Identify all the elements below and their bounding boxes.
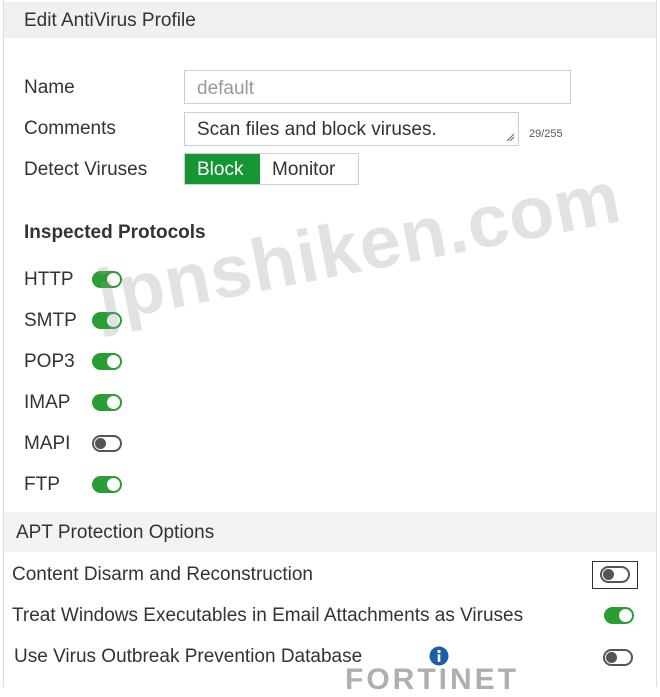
detect-block-option[interactable]: Block (185, 154, 260, 184)
toggle-treat-executables[interactable] (604, 607, 634, 624)
comments-textarea[interactable]: Scan files and block viruses. (184, 112, 519, 146)
name-label: Name (24, 77, 75, 98)
toggle-knob (107, 478, 120, 491)
toggle-imap[interactable] (92, 394, 122, 411)
toggle-mapi[interactable] (92, 435, 122, 452)
toggle-knob (107, 355, 120, 368)
cdr-label: Content Disarm and Reconstruction (12, 564, 313, 585)
toggle-cdr[interactable] (600, 566, 630, 583)
toggle-smtp[interactable] (92, 312, 122, 329)
toggle-http[interactable] (92, 271, 122, 288)
protocol-label-smtp: SMTP (24, 310, 77, 331)
toggle-knob (107, 396, 120, 409)
dialog-title: Edit AntiVirus Profile (24, 10, 196, 31)
toggle-knob (107, 314, 120, 327)
toggle-knob (95, 438, 106, 449)
outbreak-db-label: Use Virus Outbreak Prevention Database (14, 646, 363, 667)
treat-executables-label: Treat Windows Executables in Email Attac… (12, 605, 524, 626)
protocol-label-imap: IMAP (24, 392, 71, 413)
toggle-pop3[interactable] (92, 353, 122, 370)
protocol-label-http: HTTP (24, 269, 74, 290)
toggle-knob (606, 652, 617, 663)
apt-section-title: APT Protection Options (16, 522, 215, 543)
comments-text: Scan files and block viruses. (197, 119, 437, 140)
cdr-toggle-frame[interactable] (592, 561, 638, 589)
detect-monitor-option[interactable]: Monitor (260, 154, 358, 184)
comments-char-counter: 29/255 (529, 128, 563, 140)
toggle-knob (619, 609, 632, 622)
resize-handle-icon[interactable] (506, 133, 515, 142)
toggle-knob (603, 569, 614, 580)
name-input[interactable]: default (184, 70, 571, 104)
detect-viruses-segmented: Block Monitor (184, 153, 359, 185)
apt-section-header: APT Protection Options (4, 512, 656, 552)
inspected-protocols-heading: Inspected Protocols (24, 222, 206, 243)
dialog-header: Edit AntiVirus Profile (4, 2, 656, 38)
protocol-label-ftp: FTP (24, 474, 60, 495)
brand-logo: FORTINET (345, 663, 519, 696)
detect-viruses-label: Detect Viruses (24, 159, 148, 180)
protocol-label-mapi: MAPI (24, 433, 71, 454)
toggle-ftp[interactable] (92, 476, 122, 493)
toggle-knob (107, 273, 120, 286)
toggle-outbreak-db[interactable] (603, 649, 633, 666)
comments-label: Comments (24, 118, 116, 139)
protocol-label-pop3: POP3 (24, 351, 75, 372)
